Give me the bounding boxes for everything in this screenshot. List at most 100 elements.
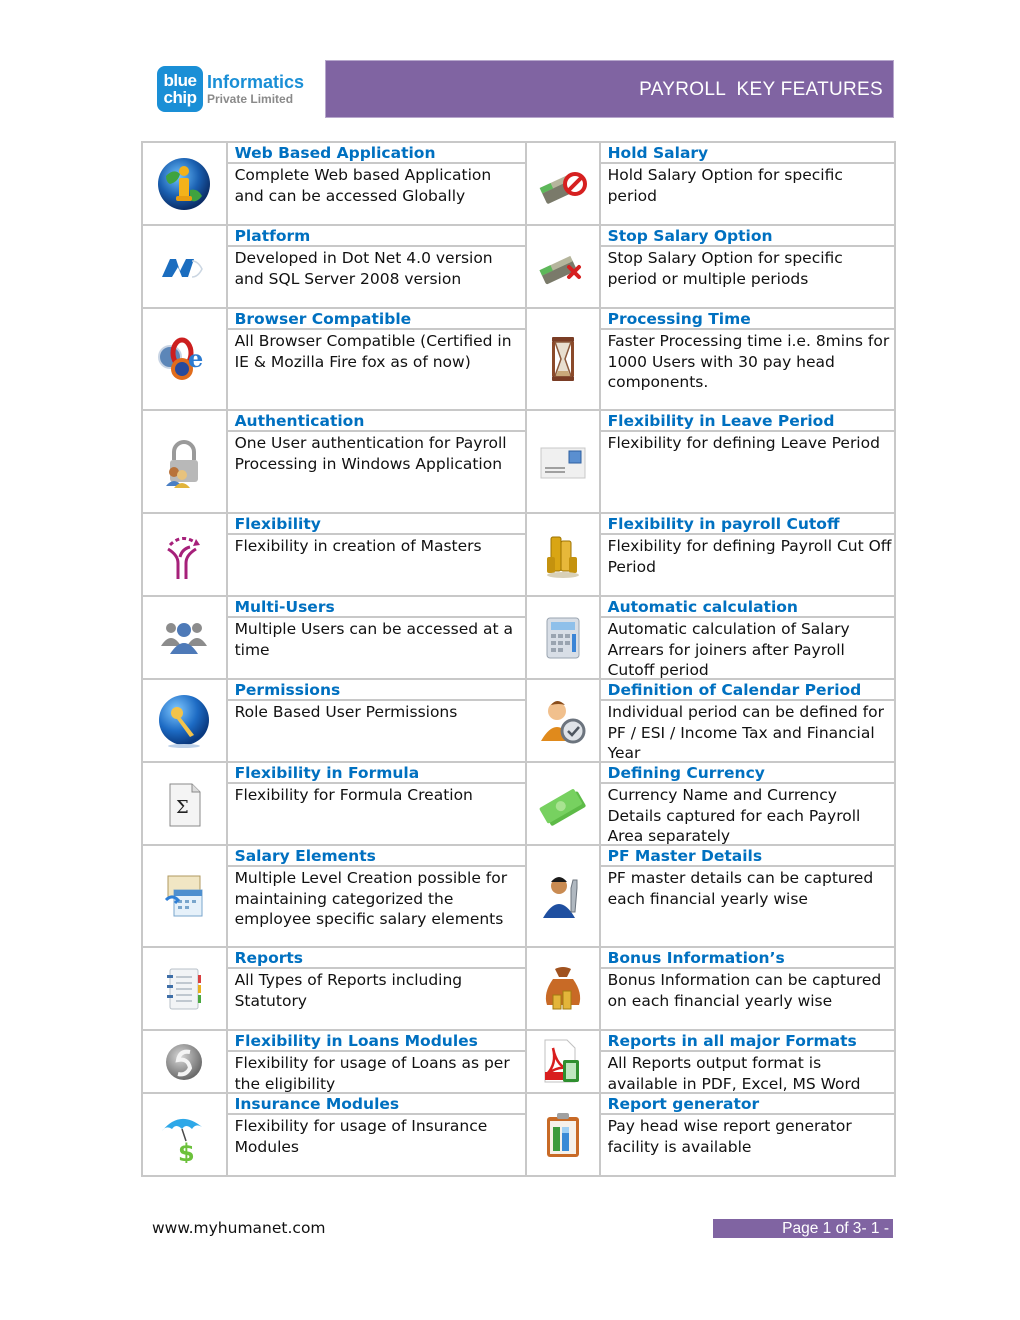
feature-description: All Types of Reports including Statutory (234, 971, 463, 1010)
bluechip-logo-mark: blue chip (157, 66, 203, 112)
globe-info-icon (156, 156, 212, 212)
feature-text-cell: Flexibility in Formula Flexibility for Fo… (227, 763, 527, 844)
feature-text-cell: Flexibility in payroll Cutoff Flexibility… (600, 514, 894, 595)
footer-page-number: Page 1 of 3- 1 - (713, 1219, 893, 1238)
feature-title: Stop Salary Option (600, 226, 894, 247)
feature-title: Web Based Application (227, 143, 525, 164)
feature-row: Σ Flexibility in Formula Flexibility for F… (143, 763, 894, 846)
feature-text-cell: Processing Time Faster Processing time i.… (600, 309, 894, 409)
feature-text-cell: Bonus Information’s Bonus Information can… (600, 948, 894, 1029)
feature-description: PF master details can be captured each f… (607, 869, 874, 908)
feature-title: Defining Currency (600, 763, 894, 784)
users-group-icon (156, 610, 212, 666)
feature-description: Hold Salary Option for specific period (607, 166, 843, 205)
feature-description: Role Based User Permissions (234, 703, 458, 721)
feature-row: Flexibility in Loans Modules Flexibility … (143, 1031, 894, 1094)
logo-text: Informatics Private Limited (207, 72, 304, 106)
feature-text-cell: Flexibility in Loans Modules Flexibility … (227, 1031, 527, 1093)
coin-stacks-icon (535, 527, 591, 583)
feature-icon-cell (527, 1094, 601, 1175)
calendar-sheet-icon (156, 868, 212, 924)
feature-description: Flexibility for usage of Insurance Modul… (234, 1117, 488, 1156)
feature-text-cell: Insurance Modules Flexibility for usage o… (227, 1094, 527, 1175)
feature-icon-cell: $ (143, 1094, 228, 1175)
feature-title: Bonus Information’s (600, 948, 894, 969)
feature-icon-cell (527, 597, 601, 678)
feature-title: Processing Time (600, 309, 894, 330)
feature-description: Flexibility for defining Leave Period (607, 434, 880, 452)
feature-text-cell: PF Master Details PF master details can b… (600, 846, 894, 946)
feature-text-cell: Hold Salary Hold Salary Option for specif… (600, 143, 894, 224)
feature-text-cell: Permissions Role Based User Permissions (227, 680, 527, 761)
feature-description: Faster Processing time i.e. 8mins for 10… (607, 332, 890, 391)
feature-description: Multiple Level Creation possible for mai… (234, 869, 508, 928)
clipboard-chart-icon (535, 1107, 591, 1163)
feature-title: Flexibility in Formula (227, 763, 525, 784)
feature-description: All Reports output format is available i… (607, 1054, 861, 1093)
logo-company-name: Informatics (207, 72, 305, 92)
sigma-document-icon: Σ (156, 776, 212, 832)
feature-title: Definition of Calendar Period (600, 680, 894, 701)
feature-icon-cell (143, 597, 228, 678)
banknotes-icon (535, 776, 591, 832)
feature-title: Reports (227, 948, 525, 969)
feature-icon-cell (143, 948, 228, 1029)
feature-description: Bonus Information can be captured on eac… (607, 971, 882, 1010)
feature-icon-cell (143, 411, 228, 512)
user-wrench-icon (535, 868, 591, 924)
footer-website-link[interactable]: www.myhumanet.com (152, 1219, 326, 1237)
feature-row: Flexibility Flexibility in creation of Ma… (143, 514, 894, 597)
feature-text-cell: Flexibility Flexibility in creation of Ma… (227, 514, 527, 595)
feature-row: Reports All Types of Reports including St… (143, 948, 894, 1031)
feature-row: Web Based Application Complete Web based … (143, 143, 894, 226)
feature-icon-cell (143, 846, 228, 946)
feature-icon-cell (527, 309, 601, 409)
feature-icon-cell (527, 846, 601, 946)
feature-text-cell: Platform Developed in Dot Net 4.0 version… (227, 226, 527, 307)
feature-description: Pay head wise report generator facility … (607, 1117, 852, 1156)
feature-icon-cell (527, 1031, 601, 1092)
feature-description: Multiple Users can be accessed at a time (234, 620, 513, 659)
feature-text-cell: Multi-Users Multiple Users can be accesse… (227, 597, 527, 678)
feature-description: Developed in Dot Net 4.0 version and SQL… (234, 249, 493, 288)
feature-title: Multi-Users (227, 597, 525, 618)
feature-text-cell: Reports All Types of Reports including St… (227, 948, 527, 1029)
dotnet-logo-icon (156, 239, 212, 295)
feature-description: Flexibility in creation of Masters (234, 537, 482, 555)
feature-description: One User authentication for Payroll Proc… (234, 434, 507, 473)
feature-title: Flexibility in Leave Period (600, 411, 894, 432)
feature-row: e Browser Compatible All Browser Compatibl… (143, 309, 894, 411)
feature-description: Flexibility for usage of Loans as per th… (234, 1054, 510, 1093)
feature-title: Platform (227, 226, 525, 247)
feature-title: Reports in all major Formats (600, 1031, 894, 1052)
feature-title: PF Master Details (600, 846, 894, 867)
feature-text-cell: Browser Compatible All Browser Compatible… (227, 309, 527, 409)
feature-title: Hold Salary (600, 143, 894, 164)
feature-title: Automatic calculation (600, 597, 894, 618)
feature-title: Insurance Modules (227, 1094, 525, 1115)
features-table: Web Based Application Complete Web based … (141, 141, 896, 1177)
notebook-icon (156, 961, 212, 1017)
feature-icon-cell (527, 680, 601, 761)
feature-icon-cell (527, 226, 601, 307)
logo-mark-line2: chip (163, 88, 197, 107)
feature-row: $ Insurance Modules Flexibility for usage … (143, 1094, 894, 1175)
feature-title: Permissions (227, 680, 525, 701)
branching-arrows-icon (156, 527, 212, 583)
feature-description: Automatic calculation of Salary Arrears … (607, 620, 850, 679)
logo-company-subtitle: Private Limited (207, 92, 294, 106)
svg-text:e: e (188, 344, 203, 373)
feature-text-cell: Reports in all major Formats All Reports … (600, 1031, 894, 1093)
company-logo: blue chip Informatics Private Limited (157, 66, 337, 112)
feature-text-cell: Report generator Pay head wise report gen… (600, 1094, 894, 1175)
feature-title: Browser Compatible (227, 309, 525, 330)
feature-title: Flexibility in payroll Cutoff (600, 514, 894, 535)
feature-text-cell: Automatic calculation Automatic calculati… (600, 597, 894, 679)
feature-title: Authentication (227, 411, 525, 432)
feature-description: Stop Salary Option for specific period o… (607, 249, 843, 288)
feature-icon-cell (527, 948, 601, 1029)
feature-text-cell: Definition of Calendar Period Individual … (600, 680, 894, 762)
feature-row: Authentication One User authentication fo… (143, 411, 894, 514)
pdf-excel-icon (535, 1034, 591, 1090)
page-title: PAYROLL KEY FEATURES (639, 79, 883, 100)
